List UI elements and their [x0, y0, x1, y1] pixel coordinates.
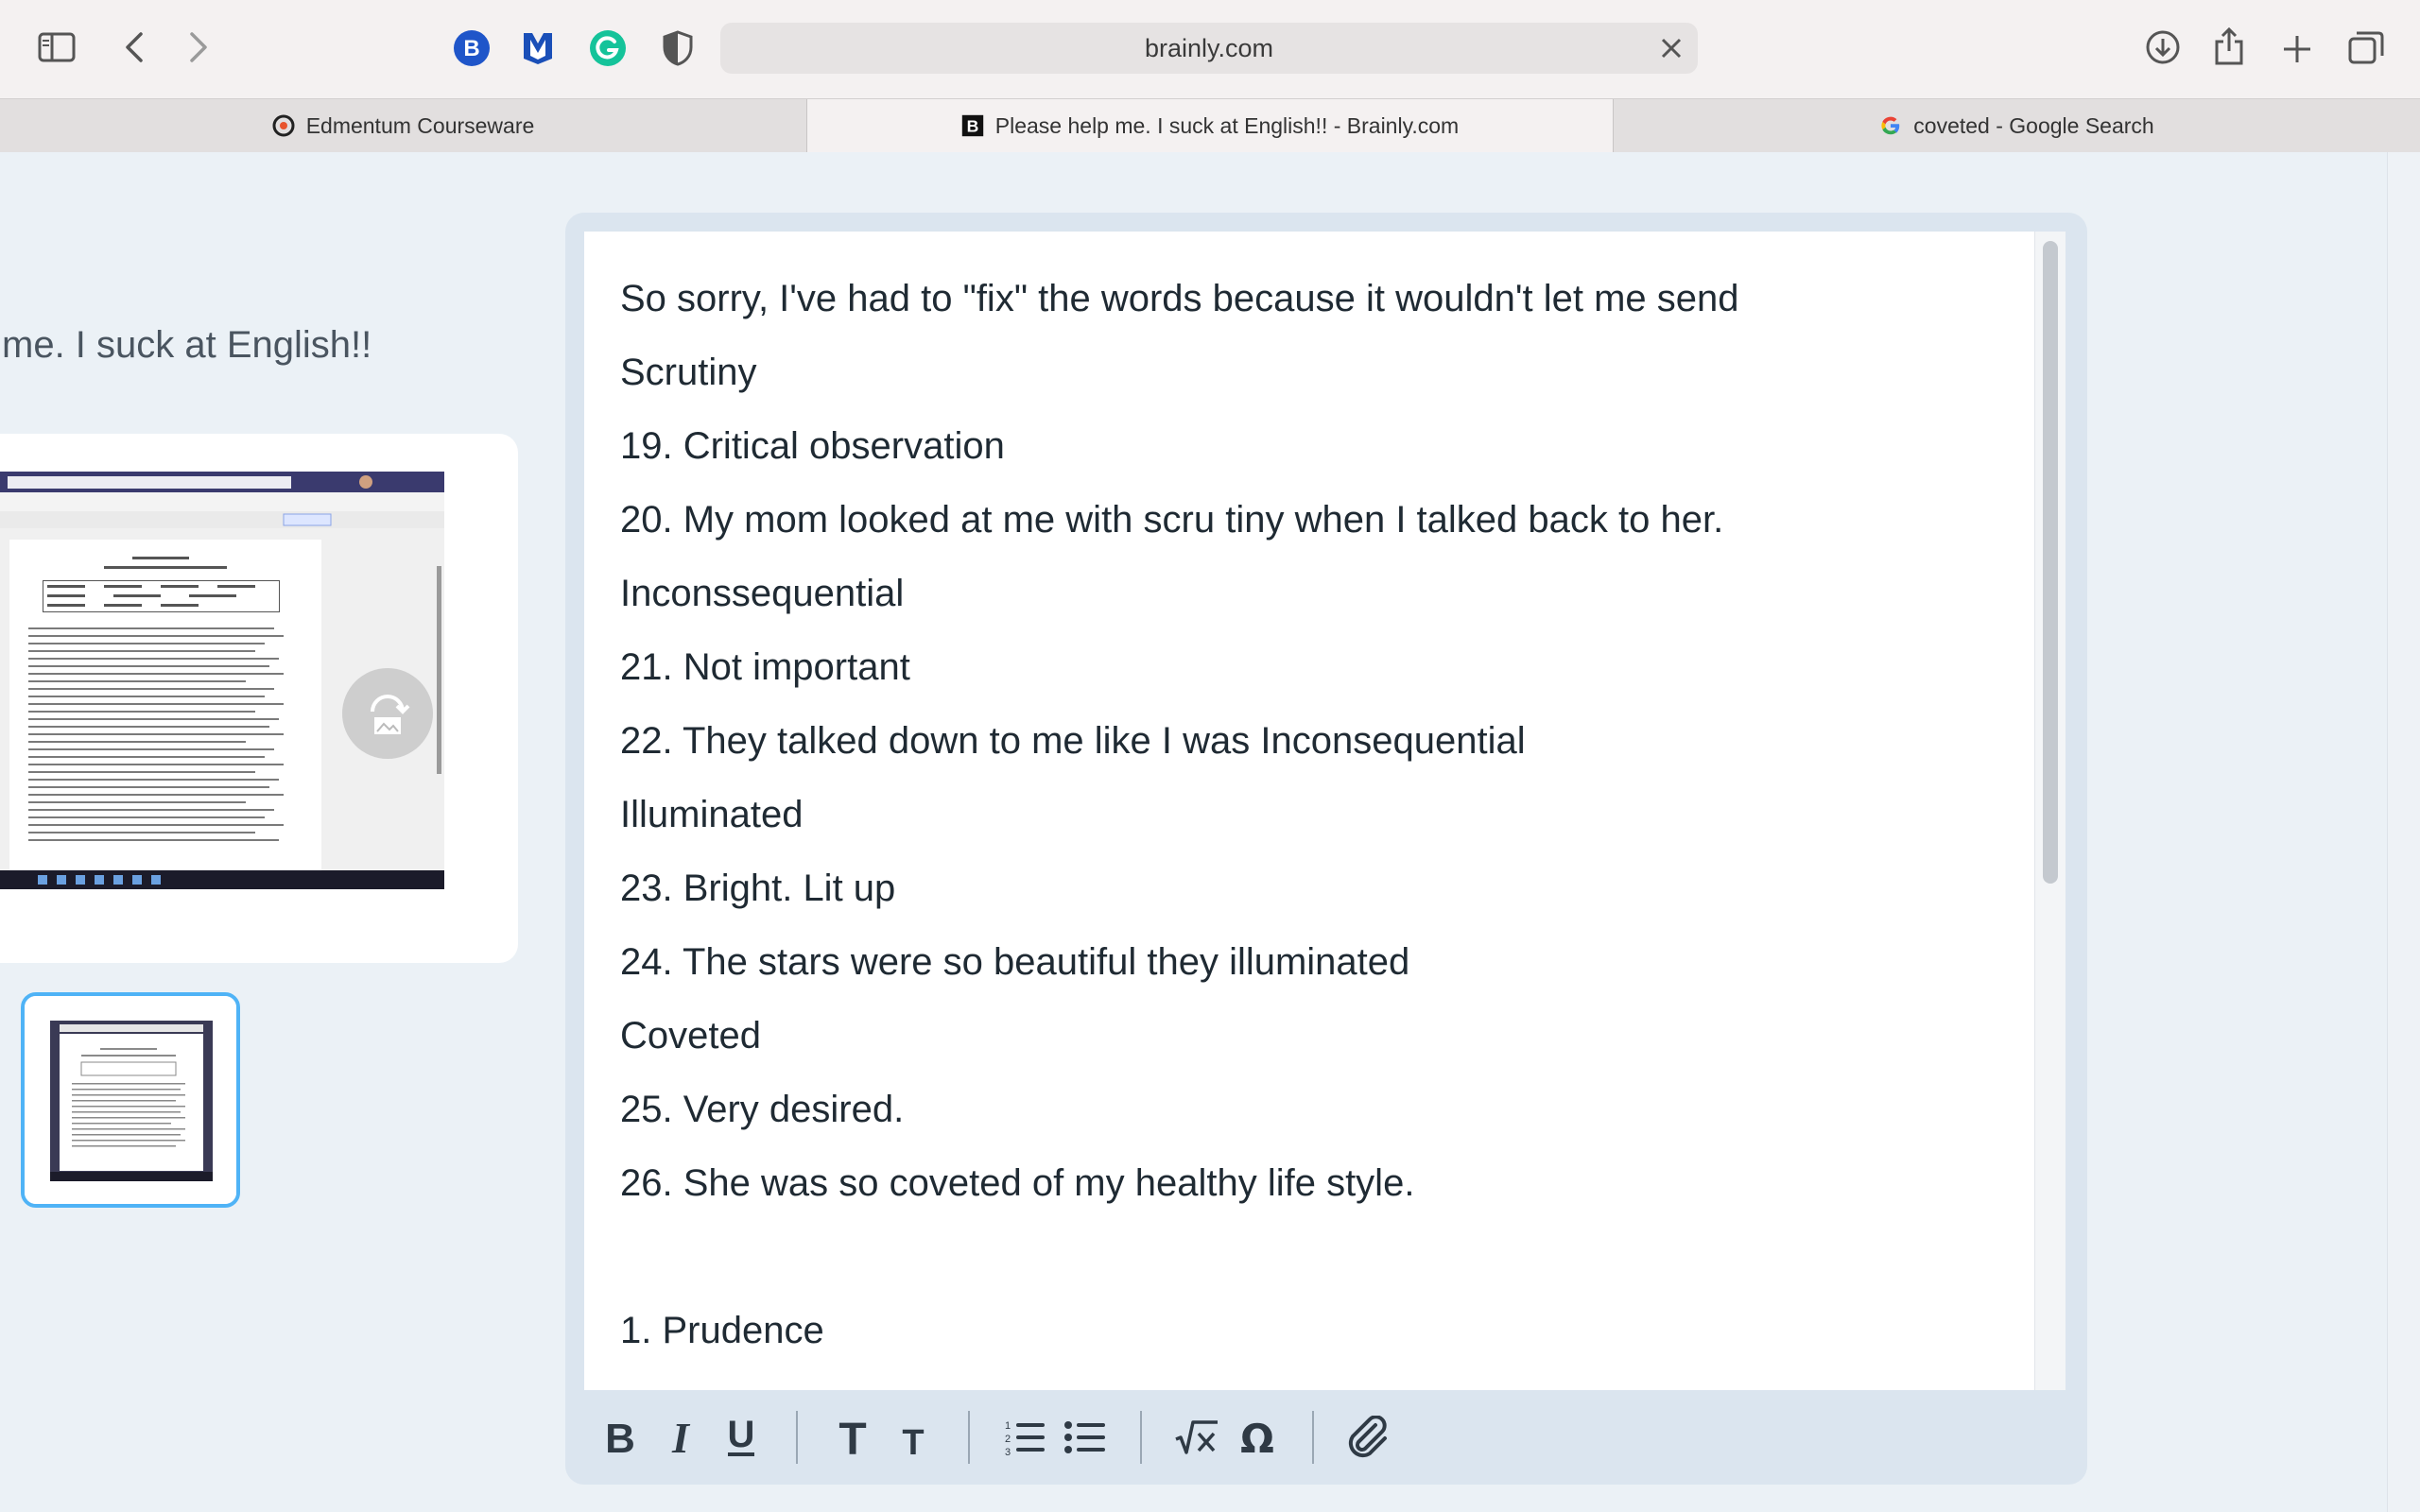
bold-icon: B	[605, 1417, 635, 1458]
svg-text:Ω: Ω	[1240, 1417, 1274, 1458]
svg-text:T: T	[838, 1417, 866, 1458]
heading-small-icon: T	[902, 1423, 924, 1456]
heading-large-icon: T	[838, 1417, 866, 1458]
toolbar-divider	[1140, 1411, 1142, 1464]
browser-toolbar: B brainly.com	[0, 0, 2420, 98]
tab-overview-icon[interactable]	[2344, 26, 2388, 68]
answer-blank-line	[620, 1220, 2000, 1294]
attachment-preview-card	[0, 434, 518, 963]
forward-icon[interactable]	[182, 28, 216, 66]
rotate-icon	[371, 695, 410, 734]
answer-line: 23. Bright. Lit up	[620, 868, 896, 909]
edmentum-favicon-icon	[272, 114, 295, 137]
svg-text:T: T	[902, 1423, 924, 1456]
brainly-favicon-icon: B	[961, 114, 984, 137]
tab-brainly[interactable]: B Please help me. I suck at English!! - …	[807, 99, 1613, 152]
italic-button[interactable]: I	[650, 1407, 711, 1468]
tab-label: Please help me. I suck at English!! - Br…	[994, 112, 1460, 138]
svg-text:3: 3	[1005, 1447, 1011, 1456]
answer-line: 19. Critical observation	[620, 425, 1005, 467]
answer-line: 20. My mom looked at me with scru tiny w…	[620, 499, 1724, 541]
answer-line: Coveted	[620, 1015, 761, 1057]
clear-url-icon[interactable]	[1658, 35, 1685, 61]
tab-google-search[interactable]: coveted - Google Search	[1614, 99, 2420, 152]
formatting-toolbar: B I U T T 1 2 3 Ω	[584, 1390, 2065, 1485]
answer-text-area[interactable]: So sorry, I've had to "fix" the words be…	[584, 232, 2034, 1390]
url-text: brainly.com	[1144, 33, 1274, 62]
rotate-image-button[interactable]	[342, 668, 433, 759]
special-symbol-button[interactable]: Ω	[1227, 1407, 1288, 1468]
url-bar[interactable]: brainly.com	[720, 23, 1698, 74]
underline-icon: U	[728, 1415, 755, 1456]
svg-text:2: 2	[1005, 1434, 1011, 1445]
malwarebytes-extension-icon[interactable]	[518, 28, 558, 68]
numbered-list-icon: 1 2 3	[1005, 1420, 1045, 1456]
back-icon[interactable]	[117, 28, 151, 66]
math-formula-button[interactable]	[1167, 1407, 1227, 1468]
tab-edmentum[interactable]: Edmentum Courseware	[0, 99, 806, 152]
privacy-extension-icon[interactable]	[658, 28, 698, 68]
attachment-thumbnail[interactable]	[21, 992, 240, 1208]
answer-line: 22. They talked down to me like I was In…	[620, 720, 1526, 762]
bullet-list-button[interactable]	[1055, 1407, 1115, 1468]
attachment-button[interactable]	[1339, 1407, 1399, 1468]
paperclip-icon	[1348, 1416, 1387, 1458]
tab-label: Edmentum Courseware	[305, 112, 535, 138]
answer-line: 24. The stars were so beautiful they ill…	[620, 941, 1410, 983]
svg-text:U: U	[728, 1415, 755, 1455]
square-root-icon	[1175, 1420, 1218, 1454]
numbered-list-button[interactable]: 1 2 3	[994, 1407, 1055, 1468]
grammarly-extension-icon[interactable]	[588, 28, 628, 68]
heading-small-button[interactable]: T	[883, 1407, 943, 1468]
bullet-list-icon	[1064, 1421, 1105, 1453]
toolbar-divider	[1312, 1411, 1314, 1464]
sidebar-icon[interactable]	[36, 28, 78, 66]
tab-label: coveted - Google Search	[1913, 112, 2154, 138]
download-icon[interactable]	[2142, 26, 2184, 68]
answer-line: Inconssequential	[620, 573, 905, 614]
tab-bar: Edmentum Courseware B Please help me. I …	[0, 98, 2420, 153]
bitwarden-extension-icon[interactable]: B	[452, 28, 492, 68]
answer-text: So sorry, I've had to "fix" the words be…	[620, 262, 2000, 1367]
answer-line: Illuminated	[620, 794, 804, 835]
answer-line: 26. She was so coveted of my healthy lif…	[620, 1162, 1415, 1204]
underline-button[interactable]: U	[711, 1407, 771, 1468]
answer-line: So sorry, I've had to "fix" the words be…	[620, 278, 1739, 319]
new-tab-icon[interactable]	[2276, 28, 2318, 70]
answer-line: 1. Prudence	[620, 1310, 824, 1351]
share-icon[interactable]	[2208, 25, 2250, 68]
svg-text:1: 1	[1005, 1420, 1011, 1432]
svg-text:B: B	[463, 36, 479, 61]
page-edge	[2387, 152, 2420, 1512]
answer-line: Scrutiny	[620, 352, 757, 393]
answer-line: 21. Not important	[620, 646, 910, 688]
heading-large-button[interactable]: T	[822, 1407, 883, 1468]
italic-icon: I	[671, 1417, 691, 1458]
toolbar-divider	[968, 1411, 970, 1464]
svg-text:I: I	[671, 1417, 691, 1458]
toolbar-divider	[796, 1411, 798, 1464]
answer-line: 25. Very desired.	[620, 1089, 905, 1130]
editor-scrollbar-thumb[interactable]	[2043, 241, 2058, 884]
google-favicon-icon	[1879, 114, 1902, 137]
bold-button[interactable]: B	[590, 1407, 650, 1468]
svg-text:B: B	[605, 1417, 635, 1458]
editor-scrollbar[interactable]	[2034, 232, 2066, 1390]
brainly-page: me. I suck at English!! So sorry, I've h…	[0, 152, 2420, 1512]
question-title: me. I suck at English!!	[2, 324, 372, 366]
svg-text:B: B	[966, 116, 978, 135]
omega-icon: Ω	[1240, 1417, 1274, 1458]
